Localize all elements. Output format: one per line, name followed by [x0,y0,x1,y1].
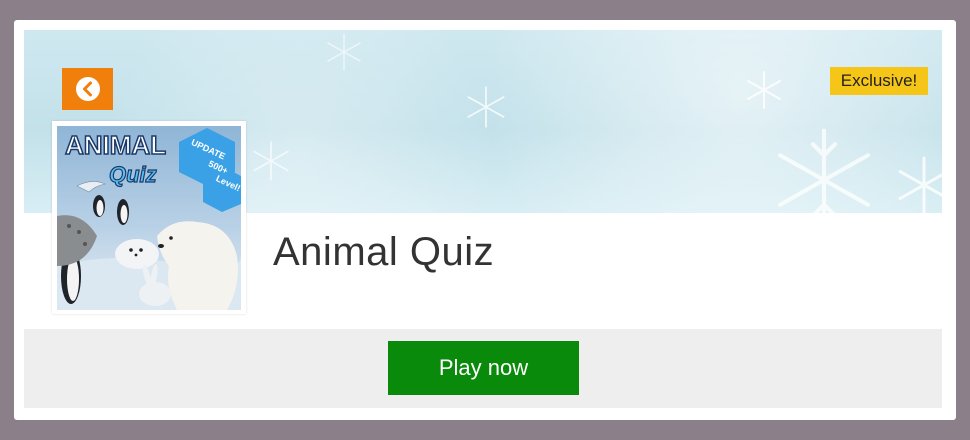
thumbnail-image: UPDATE 500+ Level! ANIMAL Quiz [57,126,241,310]
game-card: Exclusive! UPDATE 500+ Level! ANIMAL Qui… [14,20,956,420]
snowflake-icon [467,86,505,128]
exclusive-badge: Exclusive! [830,67,928,95]
game-title: Animal Quiz [273,230,495,274]
play-now-button[interactable]: Play now [388,341,579,395]
action-bar: Play now [24,329,942,408]
back-button[interactable] [62,68,113,110]
animal-quiz-artwork: UPDATE 500+ Level! ANIMAL Quiz [57,126,241,310]
snowflake-icon [747,71,781,109]
game-thumbnail[interactable]: UPDATE 500+ Level! ANIMAL Quiz [52,121,246,314]
snowflake-icon [253,141,289,181]
snowflake-icon [327,33,361,71]
thumb-title-line1: ANIMAL [65,130,166,160]
snowflake-icon [898,156,942,213]
chevron-left-circle-icon [75,77,100,101]
thumb-title-line2: Quiz [109,162,157,187]
snowflake-icon [777,128,871,213]
